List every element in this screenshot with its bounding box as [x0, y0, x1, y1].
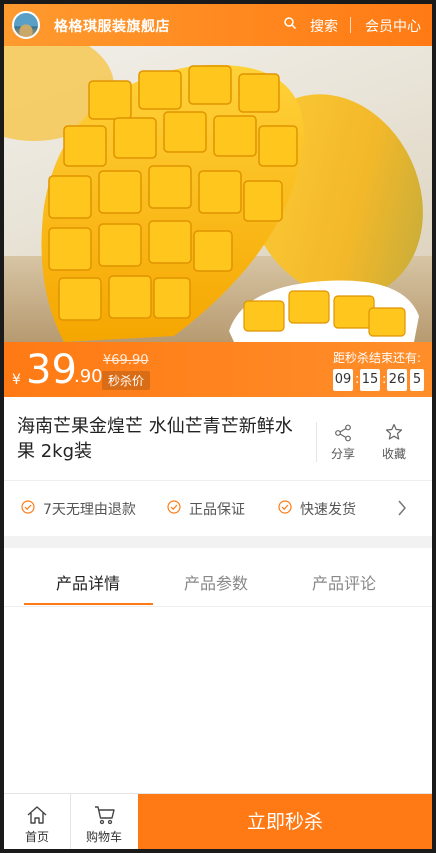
- share-label[interactable]: 分享: [331, 445, 355, 462]
- favorite-label[interactable]: 收藏: [382, 445, 406, 462]
- product-title: 海南芒果金煌芒 水仙芒青芒新鲜水果 2kg装: [17, 416, 293, 462]
- app-frame: 格格琪服装旗舰店 搜索 会员中心 ¥ 39 .90 ¥69.90 秒杀价 距秒杀…: [4, 4, 432, 849]
- guarantee-refund: 7天无理由退款: [43, 502, 136, 518]
- buy-now-button[interactable]: 立即秒杀: [138, 794, 432, 849]
- member-center-link[interactable]: 会员中心: [365, 16, 421, 36]
- header-divider: [350, 17, 351, 33]
- divider: [4, 480, 432, 481]
- search-link[interactable]: 搜索: [310, 16, 338, 36]
- store-logo[interactable]: [12, 11, 40, 39]
- check-circle-icon: [278, 500, 292, 514]
- store-name[interactable]: 格格琪服装旗舰店: [54, 16, 170, 36]
- section-separator: [4, 536, 432, 548]
- mango-illustration: [4, 46, 432, 342]
- active-tab-indicator: [24, 603, 153, 605]
- original-price: ¥69.90: [103, 353, 149, 368]
- countdown-seconds: 26: [387, 369, 407, 391]
- guarantee-authentic: 正品保证: [189, 502, 245, 518]
- price-decimal: .90: [74, 366, 103, 387]
- star-icon[interactable]: [385, 423, 403, 441]
- chevron-right-icon[interactable]: [397, 500, 407, 516]
- tab-product-details[interactable]: 产品详情: [56, 570, 120, 594]
- price-integer: 39: [26, 347, 77, 393]
- share-icon[interactable]: [334, 424, 352, 442]
- cart-button[interactable]: 购物车: [70, 794, 138, 849]
- guarantee-fast-shipping: 快速发货: [300, 502, 356, 518]
- product-image[interactable]: [4, 46, 432, 342]
- cart-icon: [95, 806, 115, 825]
- title-divider: [316, 422, 317, 462]
- countdown-minutes: 15: [360, 369, 380, 391]
- currency-symbol: ¥: [12, 372, 21, 388]
- home-button[interactable]: 首页: [4, 794, 71, 849]
- flash-sale-tag: 秒杀价: [102, 371, 151, 390]
- home-icon: [27, 806, 47, 824]
- flash-sale-price-bar: ¥ 39 .90 ¥69.90 秒杀价 距秒杀结束还有: 09 : 15 : 2…: [4, 342, 432, 397]
- top-header: 格格琪服装旗舰店 搜索 会员中心: [4, 4, 432, 46]
- check-circle-icon: [21, 500, 35, 514]
- countdown-label: 距秒杀结束还有:: [333, 351, 422, 365]
- countdown-tenths: 5: [410, 369, 424, 391]
- cart-label: 购物车: [86, 830, 123, 844]
- search-icon[interactable]: [284, 17, 296, 29]
- bottom-action-bar: 首页 购物车 立即秒杀: [4, 793, 432, 849]
- tab-product-reviews[interactable]: 产品评论: [312, 570, 376, 594]
- divider: [4, 606, 432, 607]
- home-label: 首页: [25, 830, 50, 844]
- tab-product-params[interactable]: 产品参数: [184, 570, 248, 594]
- countdown-hours: 09: [333, 369, 353, 391]
- check-circle-icon: [167, 500, 181, 514]
